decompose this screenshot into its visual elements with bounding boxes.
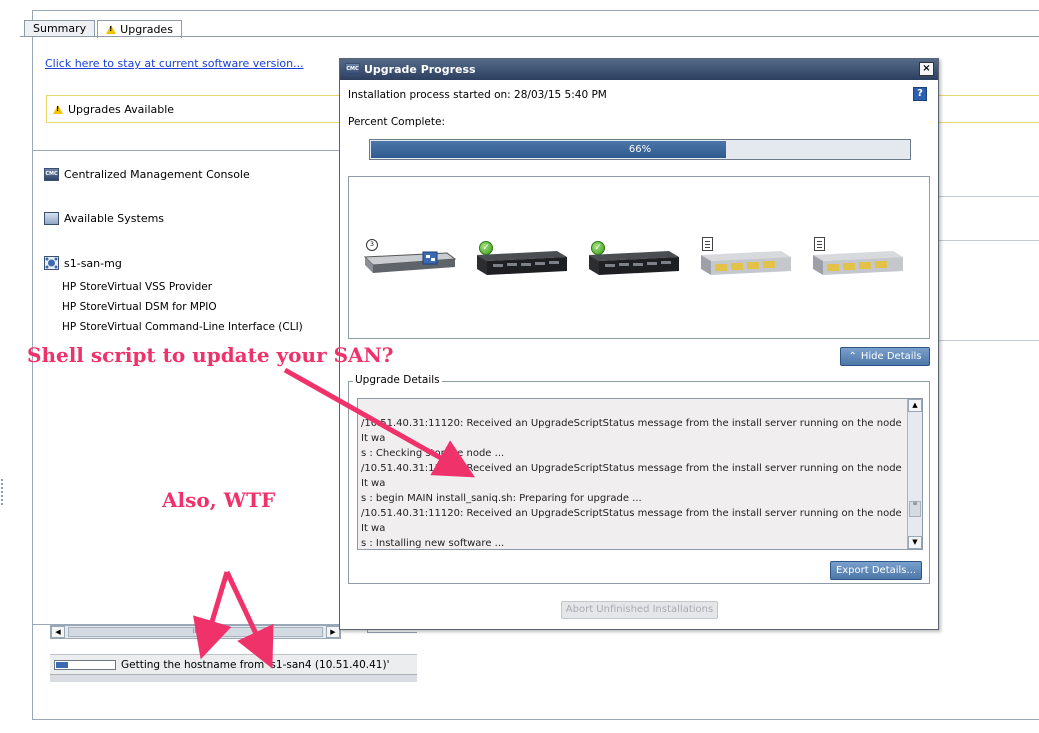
annotation-arrow bbox=[224, 570, 274, 669]
annotation-wtf: Also, WTF bbox=[162, 488, 276, 512]
annotation-shell-script: Shell script to update your SAN? bbox=[27, 343, 394, 367]
annotation-arrow bbox=[193, 571, 232, 660]
annotation-arrow bbox=[283, 367, 476, 478]
